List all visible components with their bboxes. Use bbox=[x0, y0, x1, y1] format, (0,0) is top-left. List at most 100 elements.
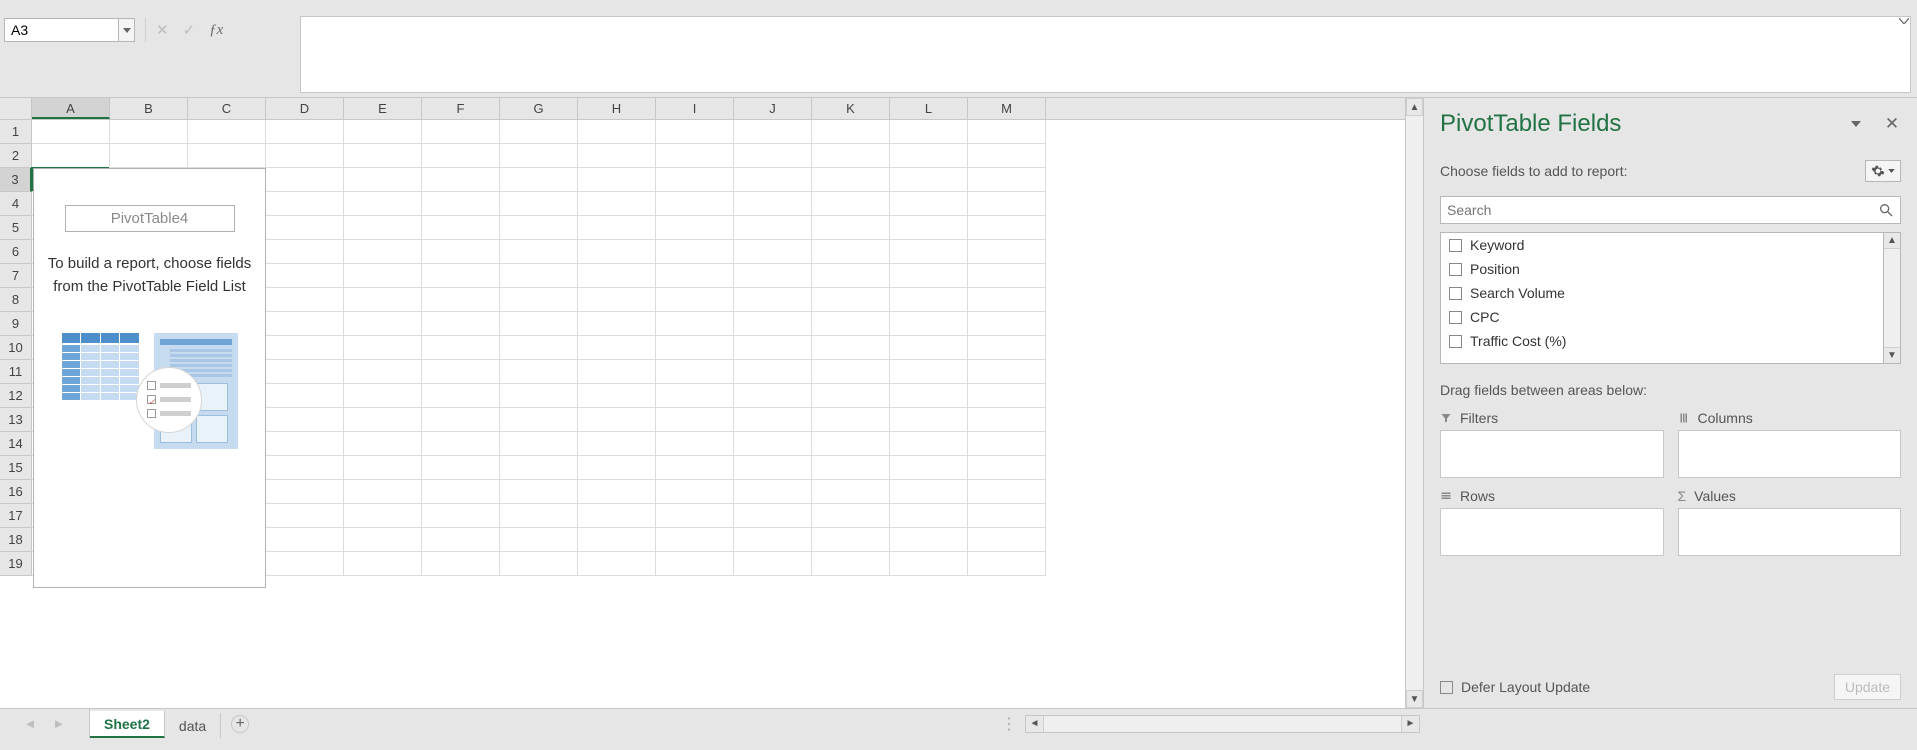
cell[interactable] bbox=[266, 456, 344, 480]
cell[interactable] bbox=[578, 264, 656, 288]
cell[interactable] bbox=[656, 240, 734, 264]
columns-dropzone[interactable] bbox=[1678, 430, 1902, 478]
cell[interactable] bbox=[812, 432, 890, 456]
row-header[interactable]: 15 bbox=[0, 456, 32, 480]
cell[interactable] bbox=[968, 264, 1046, 288]
cell[interactable] bbox=[656, 120, 734, 144]
cell[interactable] bbox=[500, 144, 578, 168]
cell[interactable] bbox=[500, 504, 578, 528]
cell[interactable] bbox=[422, 192, 500, 216]
update-button[interactable]: Update bbox=[1834, 674, 1901, 700]
scroll-track[interactable] bbox=[1406, 116, 1423, 690]
cell[interactable] bbox=[422, 264, 500, 288]
cell[interactable] bbox=[890, 360, 968, 384]
row-header[interactable]: 2 bbox=[0, 144, 32, 168]
cell[interactable] bbox=[656, 480, 734, 504]
row-header[interactable]: 18 bbox=[0, 528, 32, 552]
cell[interactable] bbox=[656, 408, 734, 432]
cell[interactable] bbox=[734, 288, 812, 312]
cell[interactable] bbox=[266, 528, 344, 552]
field-search[interactable] bbox=[1440, 196, 1901, 224]
row-header[interactable]: 16 bbox=[0, 480, 32, 504]
cell[interactable] bbox=[812, 456, 890, 480]
cell[interactable] bbox=[344, 288, 422, 312]
cell[interactable] bbox=[266, 504, 344, 528]
cell[interactable] bbox=[344, 384, 422, 408]
next-sheet-button[interactable]: ► bbox=[53, 716, 66, 731]
cell[interactable] bbox=[422, 336, 500, 360]
cell[interactable] bbox=[812, 216, 890, 240]
cell[interactable] bbox=[734, 336, 812, 360]
cell[interactable] bbox=[578, 528, 656, 552]
cell[interactable] bbox=[812, 312, 890, 336]
cell[interactable] bbox=[266, 384, 344, 408]
cell[interactable] bbox=[656, 384, 734, 408]
cell[interactable] bbox=[266, 312, 344, 336]
cell[interactable] bbox=[344, 144, 422, 168]
column-header[interactable]: B bbox=[110, 98, 188, 119]
row-header[interactable]: 1 bbox=[0, 120, 32, 144]
cell[interactable] bbox=[968, 168, 1046, 192]
scroll-right-button[interactable]: ► bbox=[1401, 716, 1419, 732]
cell[interactable] bbox=[578, 144, 656, 168]
field-item[interactable]: Search Volume bbox=[1441, 281, 1883, 305]
cell[interactable] bbox=[890, 480, 968, 504]
cell[interactable] bbox=[734, 120, 812, 144]
field-checkbox[interactable] bbox=[1449, 263, 1462, 276]
cell[interactable] bbox=[578, 504, 656, 528]
cell[interactable] bbox=[812, 192, 890, 216]
cell[interactable] bbox=[422, 144, 500, 168]
field-list-scrollbar[interactable]: ▲ ▼ bbox=[1883, 232, 1901, 364]
cell[interactable] bbox=[266, 288, 344, 312]
cell[interactable] bbox=[344, 264, 422, 288]
cell[interactable] bbox=[578, 240, 656, 264]
cell[interactable] bbox=[656, 216, 734, 240]
cell[interactable] bbox=[578, 384, 656, 408]
spreadsheet-grid[interactable]: 12345678910111213141516171819 PivotTable… bbox=[0, 120, 1405, 708]
rows-area[interactable]: Rows bbox=[1440, 488, 1664, 556]
cell[interactable] bbox=[890, 288, 968, 312]
cell[interactable] bbox=[968, 384, 1046, 408]
cell[interactable] bbox=[500, 408, 578, 432]
field-list[interactable]: KeywordPositionSearch VolumeCPCTraffic C… bbox=[1440, 232, 1883, 364]
cell[interactable] bbox=[422, 120, 500, 144]
field-search-input[interactable] bbox=[1447, 202, 1878, 218]
cell[interactable] bbox=[734, 384, 812, 408]
cell[interactable] bbox=[422, 288, 500, 312]
cell[interactable] bbox=[890, 552, 968, 576]
cell[interactable] bbox=[734, 432, 812, 456]
column-header[interactable]: H bbox=[578, 98, 656, 119]
cell[interactable] bbox=[656, 336, 734, 360]
cell[interactable] bbox=[266, 240, 344, 264]
cell[interactable] bbox=[266, 144, 344, 168]
cell[interactable] bbox=[422, 408, 500, 432]
cell[interactable] bbox=[812, 336, 890, 360]
rows-dropzone[interactable] bbox=[1440, 508, 1664, 556]
cell[interactable] bbox=[812, 360, 890, 384]
row-header[interactable]: 12 bbox=[0, 384, 32, 408]
row-header[interactable]: 10 bbox=[0, 336, 32, 360]
cell[interactable] bbox=[890, 456, 968, 480]
row-header[interactable]: 3 bbox=[0, 168, 32, 192]
cell[interactable] bbox=[890, 528, 968, 552]
cell[interactable] bbox=[890, 408, 968, 432]
tools-dropdown[interactable] bbox=[1865, 160, 1901, 182]
cell[interactable] bbox=[344, 216, 422, 240]
column-header[interactable]: K bbox=[812, 98, 890, 119]
cell[interactable] bbox=[344, 480, 422, 504]
vertical-scrollbar[interactable]: ▲ ▼ bbox=[1405, 98, 1423, 708]
cell[interactable] bbox=[734, 216, 812, 240]
cell[interactable] bbox=[500, 456, 578, 480]
cell[interactable] bbox=[890, 216, 968, 240]
insert-function-button[interactable]: ƒx bbox=[209, 22, 223, 39]
cell[interactable] bbox=[656, 264, 734, 288]
close-panel-button[interactable]: ✕ bbox=[1883, 114, 1901, 134]
cell[interactable] bbox=[968, 456, 1046, 480]
cell[interactable] bbox=[812, 144, 890, 168]
horizontal-scrollbar[interactable]: ◄ ► bbox=[1025, 715, 1420, 733]
cell[interactable] bbox=[968, 192, 1046, 216]
cell[interactable] bbox=[500, 552, 578, 576]
cell[interactable] bbox=[422, 480, 500, 504]
cell[interactable] bbox=[890, 192, 968, 216]
cell[interactable] bbox=[656, 312, 734, 336]
